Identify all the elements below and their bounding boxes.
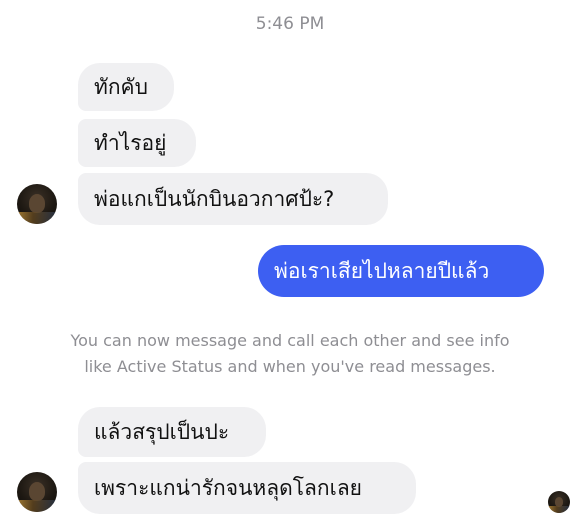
- incoming-message-bubble[interactable]: เพราะแกน่ารักจนหลุดโลกเลย: [78, 462, 416, 514]
- avatar-face: [29, 194, 45, 213]
- incoming-message-bubble[interactable]: พ่อแกเป็นนักบินอวกาศป้ะ?: [78, 173, 388, 225]
- notice-line: You can now message and call each other …: [70, 331, 510, 350]
- contact-avatar[interactable]: [17, 472, 57, 512]
- message-text: ทักคับ: [94, 75, 148, 99]
- incoming-message-bubble[interactable]: ทักคับ: [78, 63, 174, 111]
- avatar-background: [17, 500, 57, 512]
- avatar-background: [17, 212, 57, 224]
- avatar-face: [29, 482, 45, 501]
- read-receipt-avatar: [548, 491, 570, 513]
- message-text: ทำไรอยู่: [94, 131, 167, 155]
- message-text: พ่อเราเสียไปหลายปีแล้ว: [274, 259, 490, 283]
- outgoing-message-bubble[interactable]: พ่อเราเสียไปหลายปีแล้ว: [258, 245, 544, 297]
- incoming-message-bubble[interactable]: แล้วสรุปเป็นปะ: [78, 407, 266, 457]
- incoming-message-bubble[interactable]: ทำไรอยู่: [78, 119, 196, 167]
- message-timestamp: 5:46 PM: [255, 14, 325, 34]
- connection-notice: You can now message and call each other …: [0, 328, 580, 380]
- message-text: พ่อแกเป็นนักบินอวกาศป้ะ?: [94, 187, 335, 211]
- message-text: เพราะแกน่ารักจนหลุดโลกเลย: [94, 476, 362, 500]
- avatar-face: [554, 496, 564, 507]
- message-text: แล้วสรุปเป็นปะ: [94, 420, 230, 444]
- chat-thread: 5:46 PM ทักคับ ทำไรอยู่ พ่อแกเป็นนักบินอ…: [0, 0, 580, 529]
- avatar-background: [548, 506, 570, 513]
- contact-avatar[interactable]: [17, 184, 57, 224]
- notice-line: like Active Status and when you've read …: [84, 357, 496, 376]
